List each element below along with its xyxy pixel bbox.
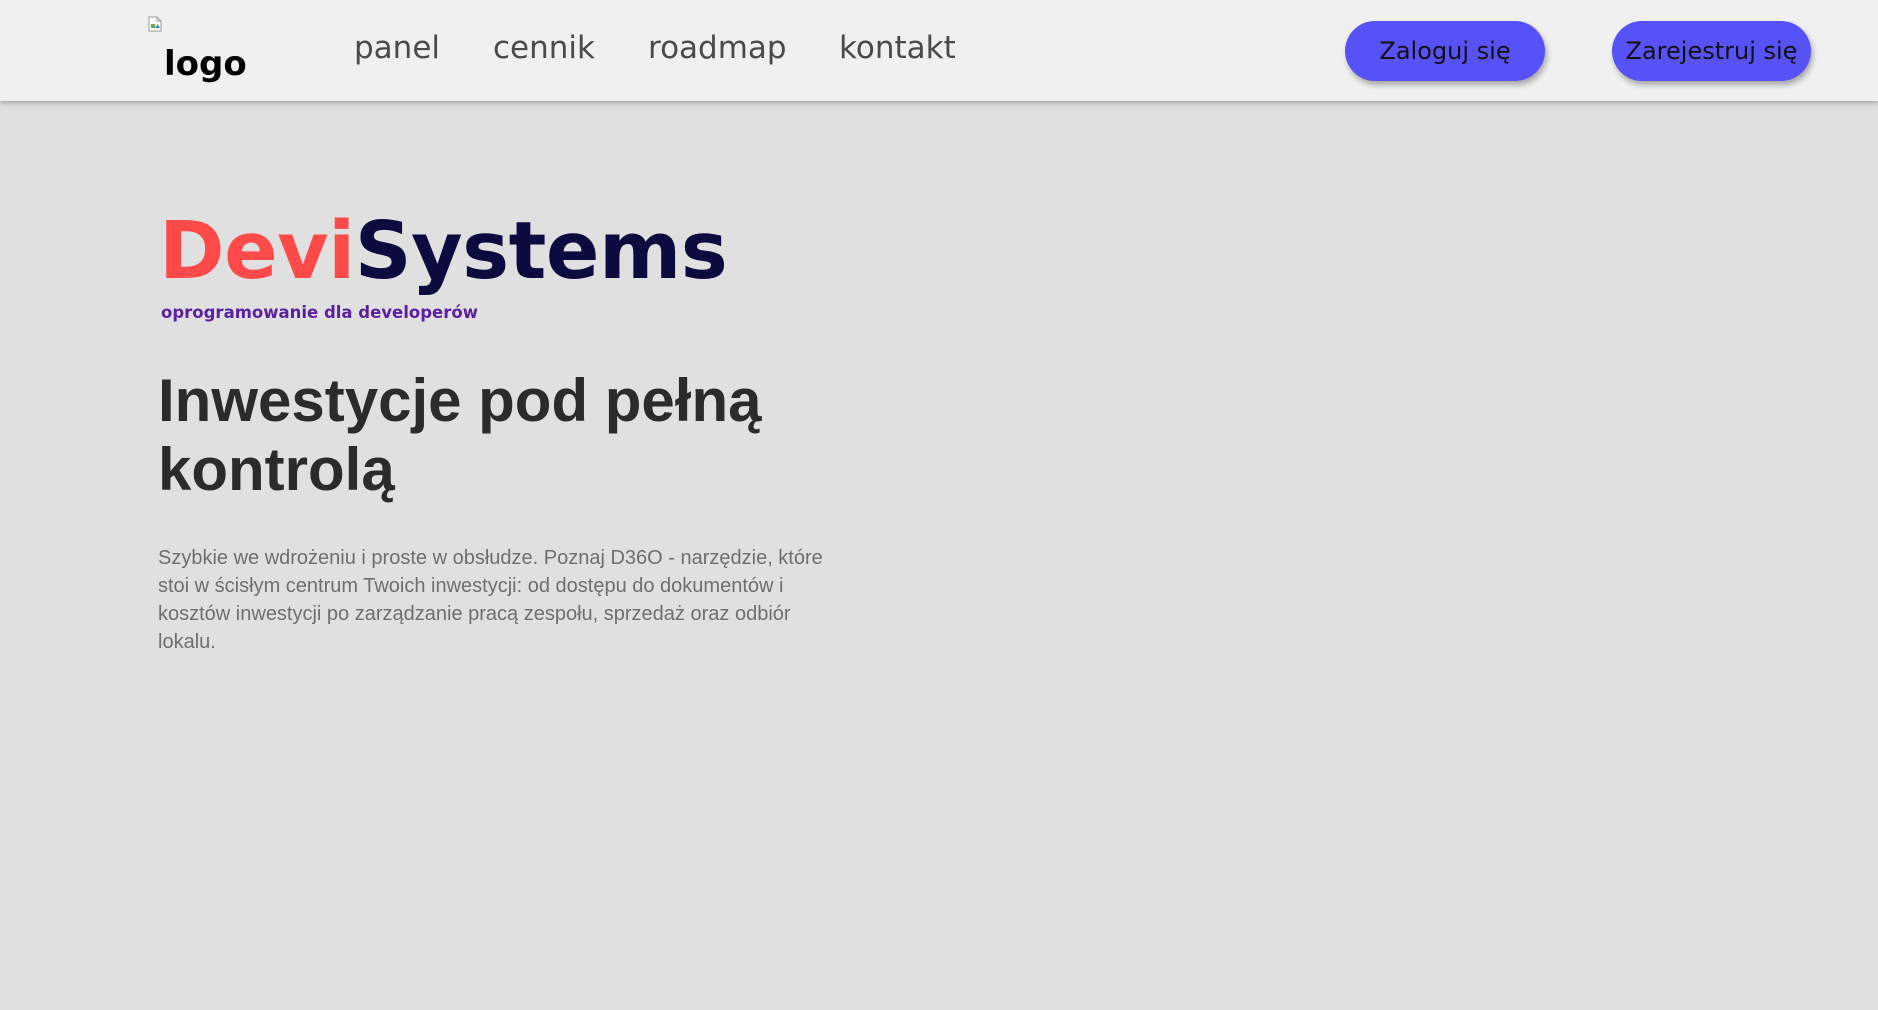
nav-link-kontakt[interactable]: kontakt <box>839 33 956 64</box>
brand-name: DeviSystems <box>159 212 728 291</box>
brand-name-devi: Devi <box>159 205 355 297</box>
nav-link-cennik[interactable]: cennik <box>493 33 595 64</box>
logo-alt-text: logo <box>164 44 247 84</box>
nav-link-panel[interactable]: panel <box>354 33 440 64</box>
register-button[interactable]: Zarejestruj się <box>1612 21 1811 81</box>
logo-link[interactable]: logo <box>147 16 257 86</box>
brand-tagline: oprogramowanie dla developerów <box>161 303 478 322</box>
broken-image-icon <box>148 16 162 32</box>
navbar: logo panel cennik roadmap kontakt Zalogu… <box>0 0 1878 101</box>
hero-headline: Inwestycje pod pełną kontrolą <box>158 367 762 503</box>
login-button[interactable]: Zaloguj się <box>1345 21 1545 81</box>
hero-description: Szybkie we wdrożeniu i proste w obsłudze… <box>158 547 823 653</box>
brand-name-systems: Systems <box>354 205 728 297</box>
nav-link-roadmap[interactable]: roadmap <box>648 33 787 64</box>
